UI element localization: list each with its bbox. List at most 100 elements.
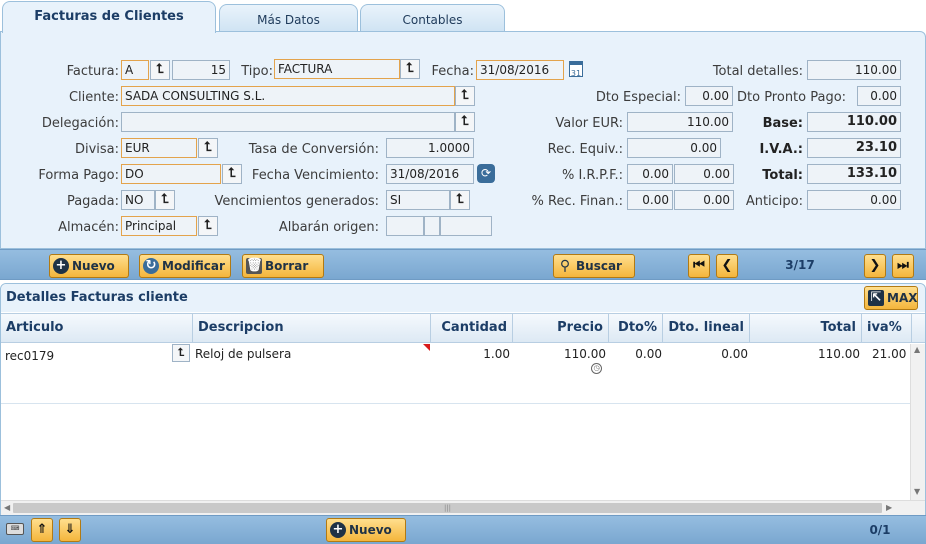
base-label: Base: (762, 116, 803, 131)
lookup-icon[interactable]: ⮤ (222, 164, 242, 184)
cliente-field[interactable]: SADA CONSULTING S.L. (121, 86, 455, 106)
buscar-button[interactable]: ⚲ Buscar (553, 254, 635, 278)
lookup-icon[interactable]: ⮤ (155, 190, 175, 210)
total-label: Total: (762, 168, 803, 183)
col-cantidad[interactable]: Cantidad (431, 314, 513, 343)
total-detalles-field: 110.00 (807, 60, 901, 80)
rec-equiv-field: 0.00 (627, 138, 721, 158)
dto-pronto-label: Dto Pronto Pago: (737, 90, 847, 105)
forma-pago-field[interactable]: DO (121, 164, 221, 184)
detail-header: Detalles Facturas cliente ⇱ MAX (1, 284, 925, 312)
max-button[interactable]: ⇱ MAX (864, 286, 918, 310)
row-iva: 21.00 (872, 347, 907, 361)
col-total[interactable]: Total (750, 314, 862, 343)
tab-mas-datos[interactable]: Más Datos (219, 4, 358, 32)
col-dto[interactable]: Dto% (609, 314, 663, 343)
iva-field: 23.10 (807, 138, 901, 158)
delegacion-label: Delegación: (41, 116, 119, 131)
lookup-icon[interactable]: ⮤ (198, 216, 218, 236)
anticipo-label: Anticipo: (745, 194, 803, 209)
rec-equiv-label: Rec. Equiv.: (547, 142, 623, 157)
nuevo-button[interactable]: + Nuevo (49, 254, 129, 278)
detail-footer: ⌨ ⇑ ⇓ + Nuevo 0/1 (0, 515, 926, 544)
valor-eur-label: Valor EUR: (555, 116, 623, 131)
cliente-label: Cliente: (68, 90, 119, 105)
almacen-field[interactable]: Principal (121, 216, 197, 236)
venc-generados-field[interactable]: SI (386, 190, 450, 210)
note-marker-icon (423, 344, 430, 351)
modificar-button[interactable]: ↻ Modificar (139, 254, 231, 278)
invoice-window: Facturas de Clientes Más Datos Contables… (0, 0, 926, 544)
albaran-field-3[interactable] (440, 216, 492, 236)
base-field: 110.00 (807, 112, 901, 132)
lookup-icon[interactable]: ⮤ (455, 112, 475, 132)
factura-serie-field[interactable]: A (121, 60, 149, 80)
fecha-venc-field[interactable]: 31/08/2016 (386, 164, 474, 184)
refresh-icon[interactable]: ⟳ (477, 164, 495, 183)
col-descripcion[interactable]: Descripcion (193, 314, 431, 343)
scroll-left-icon[interactable]: ◀ (4, 503, 10, 512)
delegacion-field[interactable] (121, 112, 455, 132)
lookup-icon[interactable]: ⮤ (172, 344, 190, 362)
calendar-icon[interactable]: 31 (569, 61, 583, 78)
lookup-icon[interactable]: ⮤ (150, 60, 170, 80)
col-articulo[interactable]: Articulo (1, 314, 193, 343)
scroll-thumb[interactable]: ||| (13, 503, 882, 513)
row-descripcion: Reloj de pulsera (195, 347, 292, 361)
col-precio[interactable]: Precio (513, 314, 609, 343)
maximize-icon: ⇱ (868, 290, 884, 306)
tab-contables[interactable]: Contables (360, 4, 505, 32)
lookup-icon[interactable]: ⮤ (455, 86, 475, 106)
first-record-button[interactable]: ⏮ (688, 254, 710, 278)
trash-icon: 🗑 (246, 258, 263, 274)
detail-panel: Detalles Facturas cliente ⇱ MAX Articulo … (0, 283, 926, 519)
anticipo-field[interactable]: 0.00 (807, 190, 901, 210)
detail-title: Detalles Facturas cliente (6, 290, 188, 305)
fecha-label: Fecha: (431, 64, 475, 79)
borrar-button[interactable]: 🗑 Borrar (242, 254, 324, 278)
move-up-button[interactable]: ⇑ (31, 518, 53, 542)
lookup-icon[interactable]: ⮤ (198, 138, 218, 158)
dto-especial-field[interactable]: 0.00 (685, 86, 733, 106)
albaran-field-2[interactable] (424, 216, 440, 236)
clock-icon[interactable]: ◷ (591, 363, 602, 374)
horizontal-scrollbar[interactable]: ◀ ||| ▶ (1, 500, 925, 515)
col-dto-lineal[interactable]: Dto. lineal (663, 314, 750, 343)
tasa-field[interactable]: 1.0000 (386, 138, 474, 158)
scroll-down-icon[interactable]: ▼ (914, 487, 920, 496)
col-iva[interactable]: iva% (862, 314, 912, 343)
pagada-label: Pagada: (66, 194, 119, 209)
lookup-icon[interactable]: ⮤ (450, 190, 470, 210)
pagada-field[interactable]: NO (121, 190, 155, 210)
record-pager: 3/17 (785, 258, 815, 272)
irpf-pct-field[interactable]: 0.00 (627, 164, 673, 184)
last-record-button[interactable]: ⏭ (892, 254, 914, 278)
nuevo-linea-button[interactable]: + Nuevo (326, 518, 406, 542)
irpf-label: % I.R.P.F.: (561, 168, 623, 183)
albaran-field-1[interactable] (386, 216, 424, 236)
prev-record-button[interactable]: ❮ (716, 254, 738, 278)
row-precio: 110.00 (564, 347, 606, 361)
tipo-field[interactable]: FACTURA (274, 59, 400, 79)
factura-num-field[interactable]: 15 (172, 60, 230, 80)
tab-facturas[interactable]: Facturas de Clientes (2, 1, 216, 33)
plus-icon: + (330, 522, 346, 538)
valor-eur-field: 110.00 (627, 112, 733, 132)
albaran-label: Albarán origen: (278, 220, 379, 235)
scroll-right-icon[interactable]: ▶ (886, 503, 892, 512)
rec-finan-label: % Rec. Finan.: (531, 194, 623, 209)
almacen-label: Almacén: (58, 220, 119, 235)
next-record-button[interactable]: ❯ (864, 254, 886, 278)
fecha-field[interactable]: 31/08/2016 (476, 60, 564, 80)
row-articulo: rec0179 (5, 349, 55, 363)
table-row[interactable]: rec0179 ⮤ Reloj de pulsera 1.00 110.00 ◷… (1, 344, 910, 404)
edit-icon: ↻ (143, 258, 159, 274)
scroll-up-icon[interactable]: ▲ (914, 345, 920, 354)
vertical-scrollbar[interactable]: ▲ ▼ (910, 344, 925, 500)
divisa-field[interactable]: EUR (121, 138, 197, 158)
move-down-button[interactable]: ⇓ (59, 518, 81, 542)
lookup-icon[interactable]: ⮤ (400, 59, 420, 79)
dto-pronto-field[interactable]: 0.00 (857, 86, 901, 106)
rec-finan-pct-field[interactable]: 0.00 (627, 190, 673, 210)
keyboard-icon[interactable]: ⌨ (6, 523, 24, 535)
